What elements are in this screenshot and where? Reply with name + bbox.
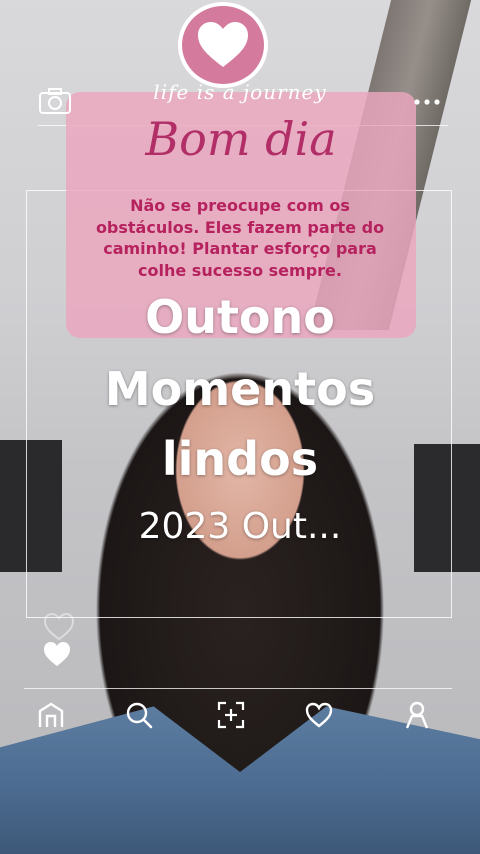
heart-icon[interactable] <box>304 700 334 730</box>
heart-icon <box>198 22 248 67</box>
headline-date: 2023 Out... <box>138 506 342 547</box>
top-caption: life is a journey <box>153 80 327 104</box>
like-heart-icon[interactable] <box>42 640 72 668</box>
more-icon[interactable] <box>412 96 442 108</box>
search-icon[interactable] <box>124 700 154 730</box>
home-icon[interactable] <box>36 700 66 730</box>
greeting-title: Bom dia <box>145 112 337 166</box>
bottom-divider <box>24 688 452 689</box>
add-icon[interactable] <box>216 700 246 730</box>
profile-icon[interactable] <box>402 700 432 730</box>
heart-outline-icon <box>43 612 75 641</box>
headline-season: Outono <box>145 290 335 344</box>
headline-beautiful: lindos <box>161 432 319 486</box>
heart-badge <box>178 2 268 88</box>
greeting-message: Não se preocupe com os obstáculos. Eles … <box>95 196 385 280</box>
headline-moments: Momentos <box>104 362 376 416</box>
